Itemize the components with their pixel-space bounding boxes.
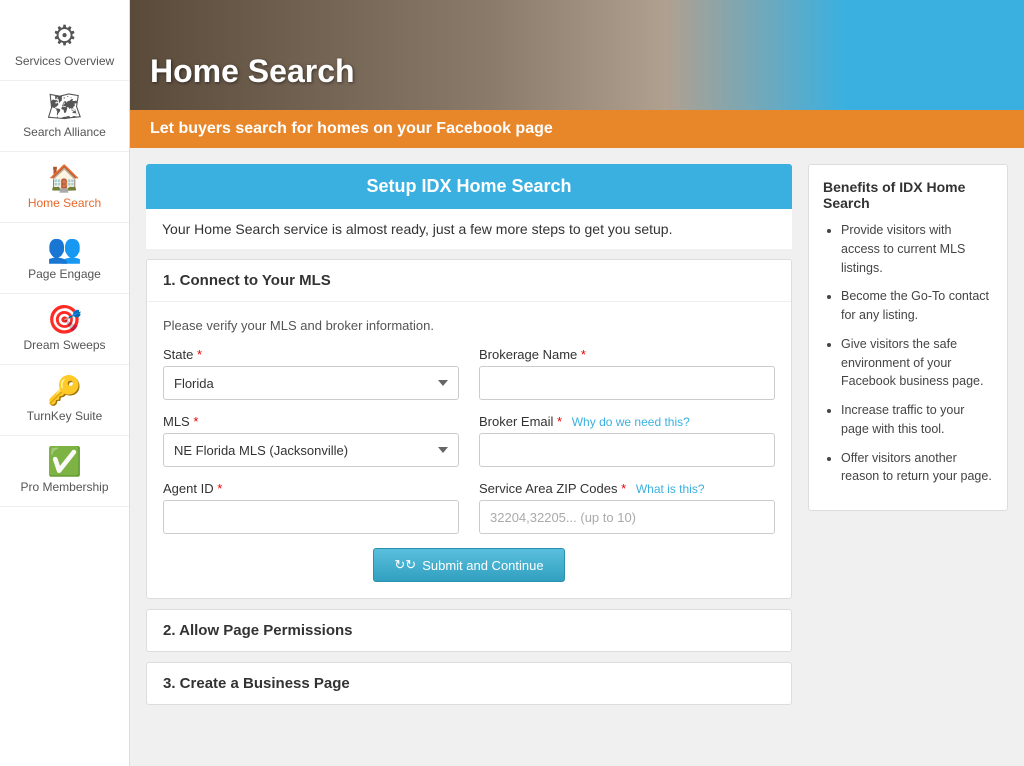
form-row-state-brokerage: State * Florida Brokerage Name * <box>163 347 775 400</box>
sidebar-item-label: TurnKey Suite <box>27 409 103 423</box>
sidebar-item-turnkey-suite[interactable]: TurnKey Suite <box>0 365 129 436</box>
sidebar-item-services-overview[interactable]: Services Overview <box>0 10 129 81</box>
hero-title: Home Search <box>150 53 355 90</box>
service-area-help-link[interactable]: What is this? <box>636 482 705 496</box>
broker-email-label: Broker Email * Why do we need this? <box>479 414 775 429</box>
sidebar: Services Overview Search Alliance Home S… <box>0 0 130 766</box>
sidebar-item-label: Dream Sweeps <box>23 338 105 352</box>
form-group-brokerage: Brokerage Name * <box>479 347 775 400</box>
pro-icon <box>47 448 82 476</box>
gear-icon <box>52 22 77 50</box>
home-icon <box>48 164 80 192</box>
state-select[interactable]: Florida <box>163 366 459 400</box>
sidebar-item-label: Services Overview <box>15 54 114 68</box>
setup-header: Setup IDX Home Search <box>146 164 792 209</box>
form-row-agent-zip: Agent ID * Service Area ZIP Codes * What… <box>163 481 775 534</box>
section-connect-mls: 1. Connect to Your MLS Please verify you… <box>146 259 792 599</box>
benefit-item: Offer visitors another reason to return … <box>841 449 993 487</box>
agent-id-label: Agent ID * <box>163 481 459 496</box>
agent-id-input[interactable] <box>163 500 459 534</box>
sweeps-icon <box>47 306 82 334</box>
turnkey-icon <box>47 377 82 405</box>
benefits-title: Benefits of IDX Home Search <box>823 179 993 211</box>
hero-subtitle: Let buyers search for homes on your Face… <box>130 110 1024 148</box>
benefit-item: Become the Go-To contact for any listing… <box>841 287 993 325</box>
setup-section: Setup IDX Home Search Your Home Search s… <box>146 164 792 249</box>
section2-title: 2. Allow Page Permissions <box>163 622 775 639</box>
mls-select[interactable]: NE Florida MLS (Jacksonville) <box>163 433 459 467</box>
form-group-service-area: Service Area ZIP Codes * What is this? <box>479 481 775 534</box>
sidebar-item-label: Home Search <box>28 196 101 210</box>
refresh-icon: ↻ <box>394 557 416 573</box>
sidebar-item-page-engage[interactable]: Page Engage <box>0 223 129 294</box>
benefit-item: Give visitors the safe environment of yo… <box>841 335 993 391</box>
map-icon <box>47 93 83 121</box>
left-panel: Setup IDX Home Search Your Home Search s… <box>146 164 792 750</box>
service-area-input[interactable] <box>479 500 775 534</box>
section1-title: 1. Connect to Your MLS <box>147 260 791 302</box>
sidebar-item-search-alliance[interactable]: Search Alliance <box>0 81 129 152</box>
content-area: Setup IDX Home Search Your Home Search s… <box>130 148 1024 766</box>
broker-email-input[interactable] <box>479 433 775 467</box>
engage-icon <box>47 235 82 263</box>
form-group-agent-id: Agent ID * <box>163 481 459 534</box>
setup-description: Your Home Search service is almost ready… <box>146 209 792 249</box>
section3-title: 3. Create a Business Page <box>163 675 775 692</box>
brokerage-input[interactable] <box>479 366 775 400</box>
submit-continue-button[interactable]: ↻ Submit and Continue <box>373 548 564 582</box>
brokerage-label: Brokerage Name * <box>479 347 775 362</box>
benefit-item: Increase traffic to your page with this … <box>841 401 993 439</box>
form-hint: Please verify your MLS and broker inform… <box>163 318 775 333</box>
form-group-mls: MLS * NE Florida MLS (Jacksonville) <box>163 414 459 467</box>
service-area-label: Service Area ZIP Codes * What is this? <box>479 481 775 496</box>
section-business-page[interactable]: 3. Create a Business Page <box>146 662 792 705</box>
form-body: Please verify your MLS and broker inform… <box>147 302 791 598</box>
sidebar-item-label: Pro Membership <box>20 480 108 494</box>
section-page-permissions[interactable]: 2. Allow Page Permissions <box>146 609 792 652</box>
benefit-item: Provide visitors with access to current … <box>841 221 993 277</box>
sidebar-item-label: Page Engage <box>28 267 101 281</box>
broker-email-help-link[interactable]: Why do we need this? <box>572 415 690 429</box>
hero-banner: Home Search <box>130 0 1024 110</box>
state-label: State * <box>163 347 459 362</box>
mls-label: MLS * <box>163 414 459 429</box>
sidebar-item-label: Search Alliance <box>23 125 106 139</box>
sidebar-item-home-search[interactable]: Home Search <box>0 152 129 223</box>
form-group-broker-email: Broker Email * Why do we need this? <box>479 414 775 467</box>
form-group-state: State * Florida <box>163 347 459 400</box>
main-content: Home Search Let buyers search for homes … <box>130 0 1024 766</box>
benefits-list: Provide visitors with access to current … <box>823 221 993 486</box>
submit-row: ↻ Submit and Continue <box>163 548 775 582</box>
sidebar-item-pro-membership[interactable]: Pro Membership <box>0 436 129 507</box>
benefits-box: Benefits of IDX Home Search Provide visi… <box>808 164 1008 511</box>
right-panel: Benefits of IDX Home Search Provide visi… <box>808 164 1008 750</box>
sidebar-item-dream-sweeps[interactable]: Dream Sweeps <box>0 294 129 365</box>
form-row-mls-broker: MLS * NE Florida MLS (Jacksonville) Brok… <box>163 414 775 467</box>
